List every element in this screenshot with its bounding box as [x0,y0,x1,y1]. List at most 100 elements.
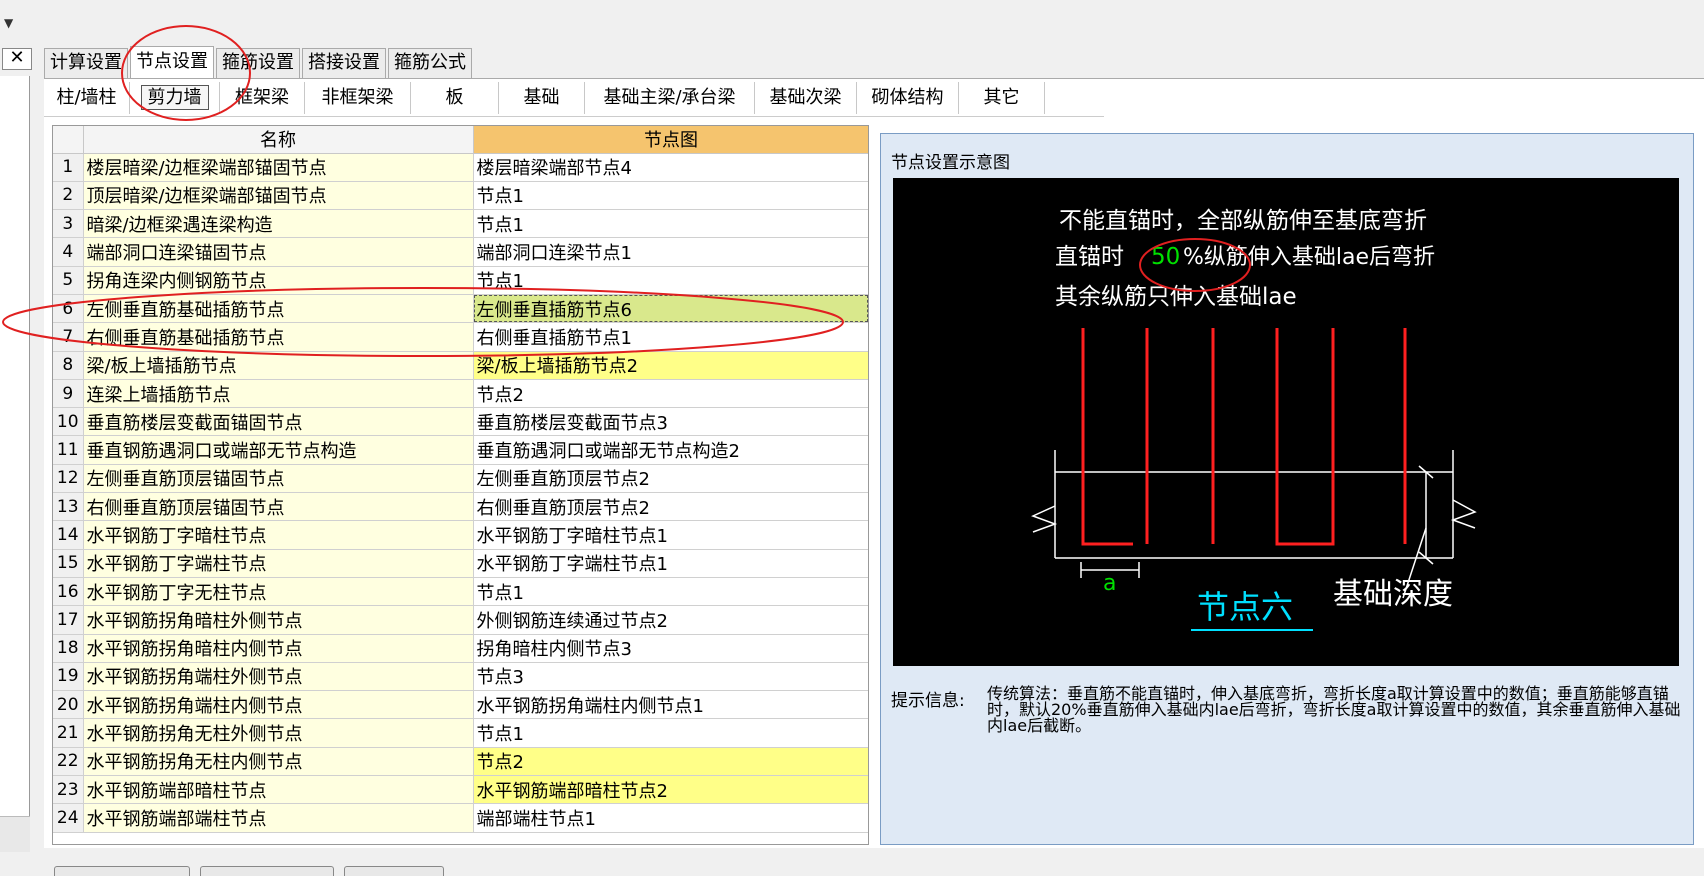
row-node[interactable]: 节点2 [473,747,868,777]
tab-calc-settings[interactable]: 计算设置 [44,48,128,78]
table-row[interactable]: 11 垂直钢筋遇洞口或端部无节点构造 垂直筋遇洞口或端部无节点构造2 [53,435,868,465]
table-row[interactable]: 4 端部洞口连梁锚固节点 端部洞口连梁节点1 [53,237,868,267]
row-node[interactable]: 节点1 [473,718,868,748]
row-name[interactable]: 右侧垂直筋基础插筋节点 [83,322,474,352]
row-node[interactable]: 垂直筋楼层变截面节点3 [473,407,868,437]
row-node[interactable]: 节点1 [473,577,868,607]
row-node[interactable]: 端部端柱节点1 [473,803,868,833]
row-name[interactable]: 端部洞口连梁锚固节点 [83,237,474,267]
table-row[interactable]: 19 水平钢筋拐角端柱外侧节点 节点3 [53,662,868,692]
tab-lap-settings[interactable]: 搭接设置 [302,48,386,78]
row-name[interactable]: 楼层暗梁/边框梁端部锚固节点 [83,153,474,182]
row-name[interactable]: 暗梁/边框梁遇连梁构造 [83,209,474,239]
row-name[interactable]: 垂直钢筋遇洞口或端部无节点构造 [83,435,474,465]
subtab-masonry[interactable]: 砌体结构 [857,81,959,114]
table-row[interactable]: 16 水平钢筋丁字无柱节点 节点1 [53,577,868,607]
table-row[interactable]: 2 顶层暗梁/边框梁端部锚固节点 节点1 [53,181,868,211]
row-node[interactable]: 节点3 [473,662,868,692]
table-row[interactable]: 14 水平钢筋丁字暗柱节点 水平钢筋丁字暗柱节点1 [53,520,868,550]
row-node[interactable]: 楼层暗梁端部节点4 [473,153,868,182]
table-row[interactable]: 9 连梁上墙插筋节点 节点2 [53,379,868,409]
table-row[interactable]: 22 水平钢筋拐角无柱内侧节点 节点2 [53,747,868,777]
table-row[interactable]: 7 右侧垂直筋基础插筋节点 右侧垂直插筋节点1 [53,322,868,352]
row-index: 2 [53,181,84,211]
table-row[interactable]: 10 垂直筋楼层变截面锚固节点 垂直筋楼层变截面节点3 [53,407,868,437]
row-node[interactable]: 水平钢筋端部暗柱节点2 [473,775,868,805]
row-name[interactable]: 水平钢筋端部暗柱节点 [83,775,474,805]
row-name[interactable]: 垂直筋楼层变截面锚固节点 [83,407,474,437]
bottom-button-2[interactable] [200,866,334,876]
row-name[interactable]: 水平钢筋拐角暗柱外侧节点 [83,605,474,635]
row-name[interactable]: 水平钢筋丁字端柱节点 [83,549,474,578]
row-name[interactable]: 水平钢筋拐角端柱外侧节点 [83,662,474,692]
row-node[interactable]: 节点1 [473,181,868,211]
table-row[interactable]: 23 水平钢筋端部暗柱节点 水平钢筋端部暗柱节点2 [53,775,868,805]
table-row[interactable]: 17 水平钢筋拐角暗柱外侧节点 外侧钢筋连续通过节点2 [53,605,868,635]
table-row[interactable]: 8 梁/板上墙插筋节点 梁/板上墙插筋节点2 [53,351,868,380]
row-name[interactable]: 拐角连梁内侧钢筋节点 [83,266,474,295]
close-icon: ✕ [9,47,25,68]
row-name[interactable]: 水平钢筋拐角无柱内侧节点 [83,747,474,777]
row-node[interactable]: 端部洞口连梁节点1 [473,237,868,267]
row-node[interactable]: 拐角暗柱内侧节点3 [473,634,868,663]
row-name[interactable]: 左侧垂直筋顶层锚固节点 [83,464,474,494]
row-name[interactable]: 水平钢筋丁字无柱节点 [83,577,474,607]
node-diagram-svg: 不能直锚时，全部纵筋伸至基底弯折 直锚时 50 %纵筋伸入基础lae后弯折 其余… [1031,208,1477,631]
row-node[interactable]: 右侧垂直插筋节点1 [473,322,868,352]
row-index: 9 [53,379,84,409]
row-node[interactable]: 梁/板上墙插筋节点2 [473,351,868,380]
subtab-nonframe-beam[interactable]: 非框架梁 [305,81,411,114]
table-row[interactable]: 20 水平钢筋拐角端柱内侧节点 水平钢筋拐角端柱内侧节点1 [53,690,868,720]
table-row[interactable]: 13 右侧垂直筋顶层锚固节点 右侧垂直筋顶层节点2 [53,492,868,522]
row-name[interactable]: 水平钢筋拐角无柱外侧节点 [83,718,474,748]
dropdown-arrow-icon[interactable]: ▼ [4,16,13,30]
table-row[interactable]: 3 暗梁/边框梁遇连梁构造 节点1 [53,209,868,239]
row-node[interactable]: 节点1 [473,266,868,295]
subtab-slab[interactable]: 板 [411,81,499,114]
row-node[interactable]: 外侧钢筋连续通过节点2 [473,605,868,635]
hint-info: 提示信息: 传统算法：垂直筋不能直锚时，伸入基底弯折，弯折长度a取计算设置中的数… [891,686,1691,734]
row-name[interactable]: 左侧垂直筋基础插筋节点 [83,294,474,324]
table-row[interactable]: 21 水平钢筋拐角无柱外侧节点 节点1 [53,718,868,748]
tab-stirrup-formula[interactable]: 箍筋公式 [388,48,472,78]
table-row[interactable]: 15 水平钢筋丁字端柱节点 水平钢筋丁字端柱节点1 [53,549,868,578]
subtab-foundation-secondary-beam[interactable]: 基础次梁 [755,81,857,114]
bottom-button-1[interactable] [54,866,190,876]
row-node[interactable]: 右侧垂直筋顶层节点2 [473,492,868,522]
row-node[interactable]: 节点1 [473,209,868,239]
close-button[interactable]: ✕ [2,48,32,70]
row-node[interactable]: 左侧垂直筋顶层节点2 [473,464,868,494]
header-node-diagram[interactable]: 节点图 [473,126,868,154]
table-row[interactable]: 1 楼层暗梁/边框梁端部锚固节点 楼层暗梁端部节点4 [53,153,868,182]
table-row[interactable]: 12 左侧垂直筋顶层锚固节点 左侧垂直筋顶层节点2 [53,464,868,494]
subtab-foundation-main-beam[interactable]: 基础主梁/承台梁 [585,81,755,114]
row-name[interactable]: 水平钢筋丁字暗柱节点 [83,520,474,550]
subtab-column[interactable]: 柱/墙柱 [44,81,130,114]
row-node[interactable]: 垂直筋遇洞口或端部无节点构造2 [473,435,868,465]
tab-stirrup-settings[interactable]: 箍筋设置 [216,48,300,78]
row-node[interactable]: 左侧垂直插筋节点6 [473,294,868,324]
header-name[interactable]: 名称 [83,126,474,154]
diagram-line2-value[interactable]: 50 [1151,244,1180,270]
table-row[interactable]: 24 水平钢筋端部端柱节点 端部端柱节点1 [53,803,868,833]
row-name[interactable]: 连梁上墙插筋节点 [83,379,474,409]
subtab-other[interactable]: 其它 [959,81,1045,114]
row-name[interactable]: 水平钢筋拐角端柱内侧节点 [83,690,474,720]
row-name[interactable]: 顶层暗梁/边框梁端部锚固节点 [83,181,474,211]
row-name[interactable]: 梁/板上墙插筋节点 [83,351,474,380]
row-node[interactable]: 水平钢筋丁字暗柱节点1 [473,520,868,550]
subtab-frame-beam[interactable]: 框架梁 [220,81,305,114]
row-name[interactable]: 水平钢筋拐角暗柱内侧节点 [83,634,474,663]
bottom-button-3[interactable] [344,866,444,876]
row-name[interactable]: 水平钢筋端部端柱节点 [83,803,474,833]
row-node[interactable]: 水平钢筋丁字端柱节点1 [473,549,868,578]
row-node[interactable]: 水平钢筋拐角端柱内侧节点1 [473,690,868,720]
subtab-foundation[interactable]: 基础 [499,81,585,114]
table-row[interactable]: 5 拐角连梁内侧钢筋节点 节点1 [53,266,868,295]
tab-node-settings[interactable]: 节点设置 [130,46,214,78]
subtab-shear-wall[interactable]: 剪力墙 [130,81,220,114]
row-name[interactable]: 右侧垂直筋顶层锚固节点 [83,492,474,522]
row-node[interactable]: 节点2 [473,379,868,409]
table-row[interactable]: 18 水平钢筋拐角暗柱内侧节点 拐角暗柱内侧节点3 [53,634,868,663]
table-row[interactable]: 6 左侧垂直筋基础插筋节点 左侧垂直插筋节点6 [53,294,868,324]
